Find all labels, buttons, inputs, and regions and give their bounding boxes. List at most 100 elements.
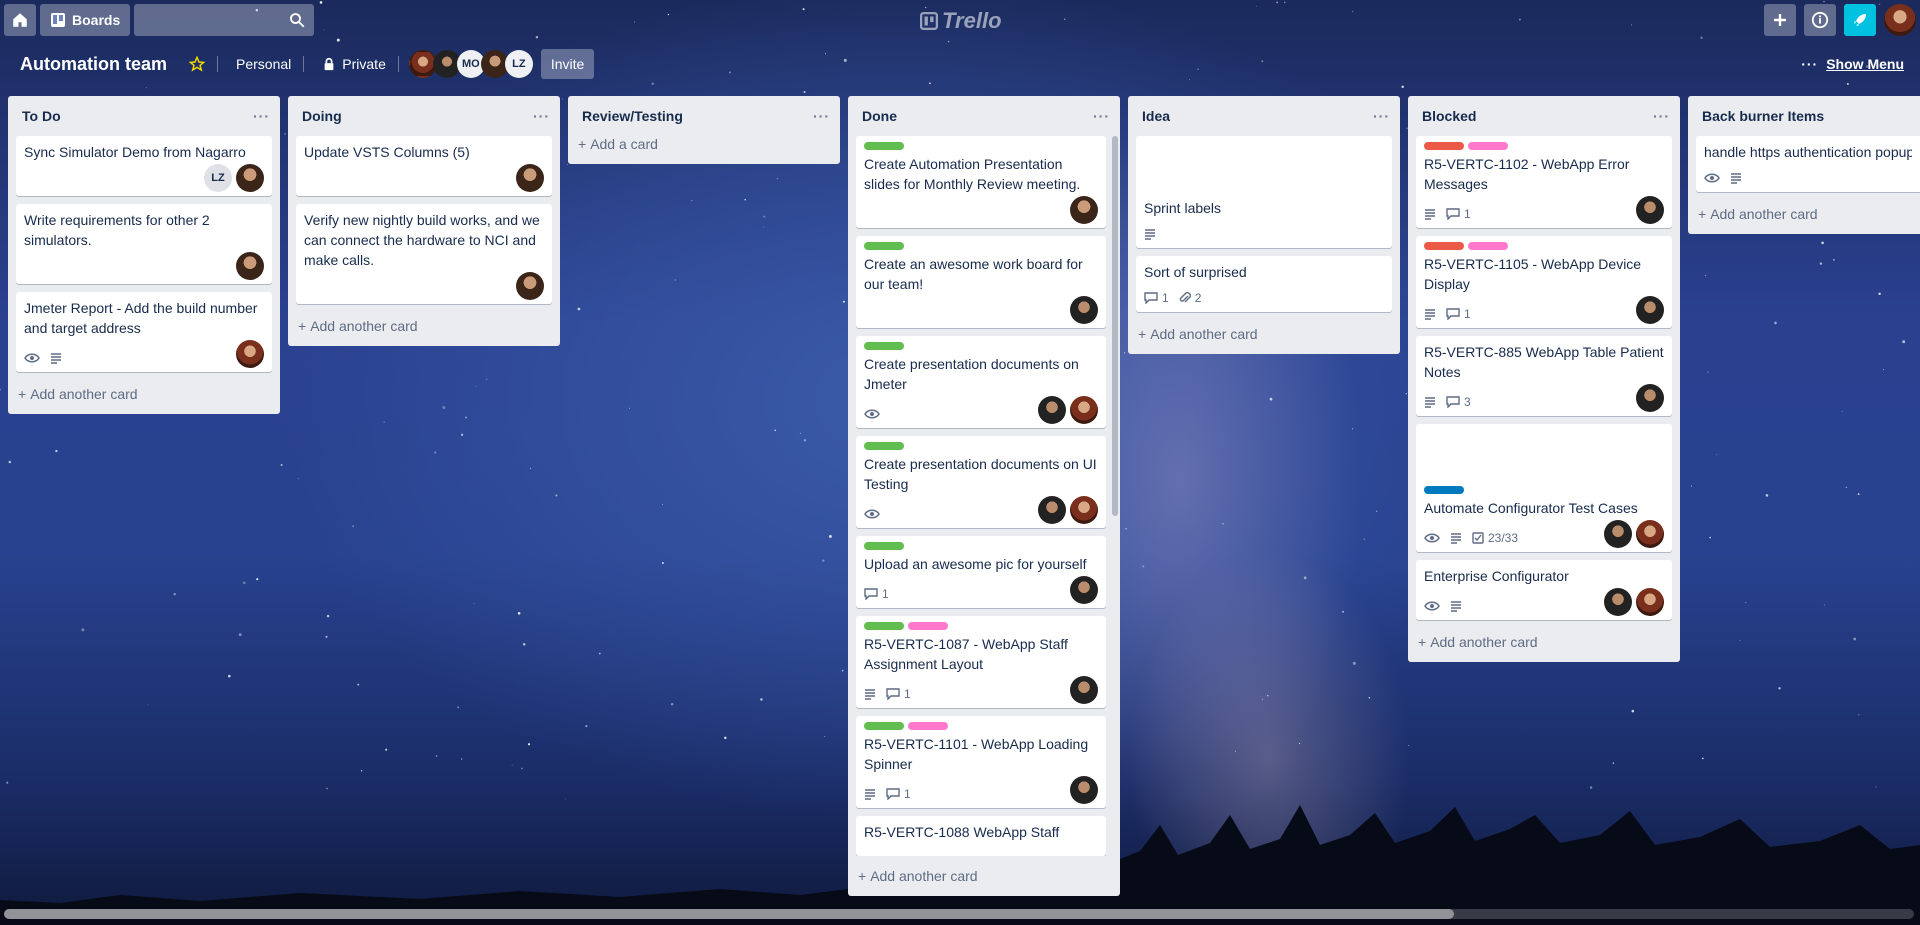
member-avatar[interactable]	[1070, 296, 1098, 324]
boards-button[interactable]: Boards	[40, 4, 131, 36]
user-avatar[interactable]	[1884, 4, 1916, 36]
label-green[interactable]	[864, 142, 904, 150]
label-green[interactable]	[864, 542, 904, 550]
card[interactable]: R5-VERTC-1102 - WebApp Error Messages 1	[1416, 136, 1672, 228]
member-avatar[interactable]: LZ	[504, 50, 533, 78]
list-title[interactable]: Blocked	[1422, 108, 1476, 124]
card[interactable]: Sprint labels	[1136, 136, 1392, 248]
card[interactable]: R5-VERTC-885 WebApp Table Patient Notes …	[1416, 336, 1672, 416]
card[interactable]: Create an awesome work board for our tea…	[856, 236, 1106, 328]
list-header[interactable]: Back burner Items	[1688, 96, 1920, 136]
scrollbar-thumb[interactable]	[4, 909, 1454, 919]
list-menu-icon[interactable]: ···	[1093, 108, 1110, 124]
card[interactable]: Enterprise Configurator	[1416, 560, 1672, 620]
member-avatar[interactable]	[1604, 588, 1632, 616]
card[interactable]: Create Automation Presentation slides fo…	[856, 136, 1106, 228]
card[interactable]: Create presentation documents on UI Test…	[856, 436, 1106, 528]
card[interactable]: Create presentation documents on Jmeter	[856, 336, 1106, 428]
member-avatar[interactable]	[1636, 520, 1664, 548]
add-card-button[interactable]: + Add another card	[8, 380, 280, 410]
member-avatar[interactable]	[236, 340, 264, 368]
add-card-button[interactable]: + Add another card	[848, 862, 988, 892]
card[interactable]: R5-VERTC-1088 WebApp Staff	[856, 816, 1106, 856]
member-avatar[interactable]	[1636, 196, 1664, 224]
member-avatar[interactable]	[1070, 576, 1098, 604]
list-header[interactable]: Doing ···	[288, 96, 560, 136]
label-green[interactable]	[864, 622, 904, 630]
card[interactable]: handle https authentication popup	[1696, 136, 1920, 192]
label-green[interactable]	[864, 342, 904, 350]
member-avatar[interactable]	[1604, 520, 1632, 548]
search-input[interactable]	[134, 4, 315, 36]
list-title[interactable]: Review/Testing	[582, 108, 683, 124]
board-title[interactable]: Automation team	[12, 54, 175, 75]
list-menu-icon[interactable]: ···	[1373, 108, 1390, 124]
member-avatar[interactable]	[1636, 384, 1664, 412]
label-green[interactable]	[864, 242, 904, 250]
member-avatar[interactable]	[1070, 776, 1098, 804]
list-header[interactable]: Idea ···	[1128, 96, 1400, 136]
show-menu-button[interactable]: ··· Show Menu	[1801, 56, 1904, 72]
list-title[interactable]: Doing	[302, 108, 342, 124]
member-avatar[interactable]: LZ	[204, 164, 232, 192]
trello-logo[interactable]: Trello	[920, 8, 1002, 34]
member-avatar[interactable]	[1070, 196, 1098, 224]
member-avatar[interactable]	[516, 164, 544, 192]
add-card-button[interactable]: + Add another card	[1688, 200, 1920, 230]
notifications-button[interactable]	[1844, 4, 1876, 36]
card[interactable]: Verify new nightly build works, and we c…	[296, 204, 552, 304]
add-card-button[interactable]: + Add another card	[1408, 628, 1680, 658]
team-visibility-button[interactable]: Personal	[228, 48, 299, 80]
list-menu-icon[interactable]: ···	[253, 108, 270, 124]
label-pink[interactable]	[1468, 142, 1508, 150]
list-header[interactable]: Blocked ···	[1408, 96, 1680, 136]
label-blue[interactable]	[1424, 486, 1464, 494]
list-title[interactable]: To Do	[22, 108, 61, 124]
list-title[interactable]: Done	[862, 108, 897, 124]
label-green[interactable]	[864, 722, 904, 730]
card[interactable]: Write requirements for other 2 simulator…	[16, 204, 272, 284]
list-scrollbar[interactable]	[1112, 136, 1118, 516]
label-red[interactable]	[1424, 142, 1464, 150]
list-menu-icon[interactable]: ···	[533, 108, 550, 124]
list-header[interactable]: Done ···	[848, 96, 1120, 136]
member-avatar[interactable]	[1038, 496, 1066, 524]
list-menu-icon[interactable]: ···	[813, 108, 830, 124]
label-pink[interactable]	[908, 622, 948, 630]
create-button[interactable]	[1764, 4, 1796, 36]
member-avatar[interactable]	[1070, 496, 1098, 524]
card[interactable]: R5-VERTC-1101 - WebApp Loading Spinner 1	[856, 716, 1106, 808]
info-button[interactable]	[1804, 4, 1836, 36]
card[interactable]: R5-VERTC-1087 - WebApp Staff Assignment …	[856, 616, 1106, 708]
home-button[interactable]	[4, 4, 36, 36]
card[interactable]: Automate Configurator Test Cases 23/33	[1416, 424, 1672, 552]
card[interactable]: Update VSTS Columns (5)	[296, 136, 552, 196]
member-avatar[interactable]	[1070, 396, 1098, 424]
member-avatar[interactable]	[1636, 296, 1664, 324]
invite-button[interactable]: Invite	[540, 49, 595, 79]
add-card-button[interactable]: + Add another card	[1128, 320, 1400, 350]
member-avatar[interactable]	[1636, 588, 1664, 616]
add-card-button[interactable]: + Add another card	[288, 312, 560, 342]
board-horizontal-scrollbar[interactable]	[4, 909, 1914, 919]
list-header[interactable]: To Do ···	[8, 96, 280, 136]
list-title[interactable]: Idea	[1142, 108, 1170, 124]
list-menu-icon[interactable]: ···	[1653, 108, 1670, 124]
label-red[interactable]	[1424, 242, 1464, 250]
member-avatar[interactable]	[236, 164, 264, 192]
card[interactable]: Upload an awesome pic for yourself 1	[856, 536, 1106, 608]
label-green[interactable]	[864, 442, 904, 450]
member-avatar[interactable]	[236, 252, 264, 280]
privacy-button[interactable]: Private	[314, 48, 394, 80]
label-pink[interactable]	[1468, 242, 1508, 250]
card[interactable]: Sync Simulator Demo from Nagarro LZ	[16, 136, 272, 196]
list-title[interactable]: Back burner Items	[1702, 108, 1824, 124]
card[interactable]: R5-VERTC-1105 - WebApp Device Display 1	[1416, 236, 1672, 328]
star-board-button[interactable]	[181, 48, 213, 80]
label-pink[interactable]	[908, 722, 948, 730]
member-avatar[interactable]	[1038, 396, 1066, 424]
member-avatar[interactable]	[516, 272, 544, 300]
add-card-button[interactable]: + Add a card	[568, 136, 840, 160]
card[interactable]: Sort of surprised 1 2	[1136, 256, 1392, 312]
member-avatar[interactable]	[1070, 676, 1098, 704]
